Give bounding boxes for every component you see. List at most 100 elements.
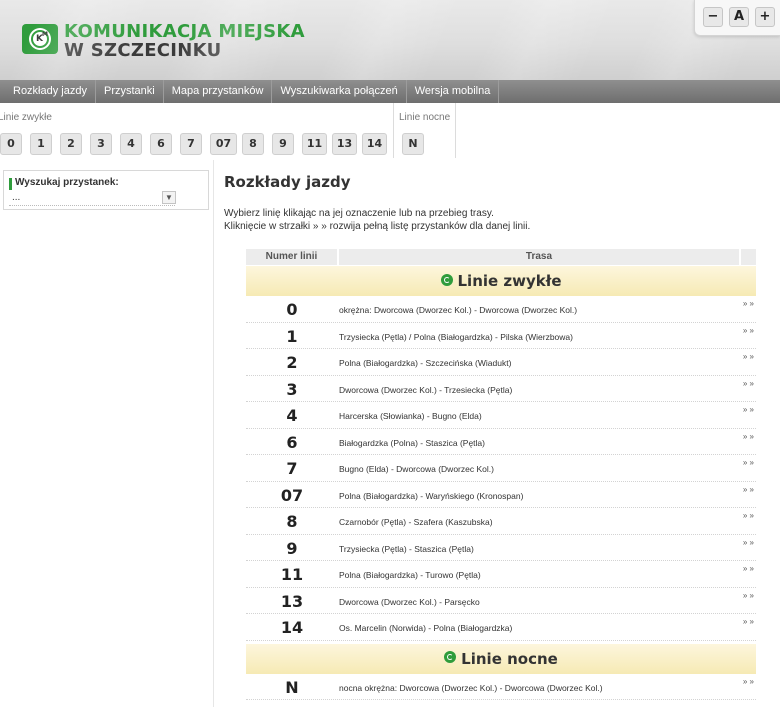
font-increase-button[interactable]: + bbox=[755, 7, 775, 27]
table-row[interactable]: N nocna okrężna: Dworcowa (Dworzec Kol.)… bbox=[246, 674, 756, 700]
font-size-controls: − A + bbox=[694, 0, 780, 36]
table-header: Numer linii Trasa bbox=[246, 249, 756, 265]
line-number[interactable]: 6 bbox=[246, 429, 338, 455]
font-reset-button[interactable]: A bbox=[729, 7, 749, 27]
line-button-4[interactable]: 4 bbox=[120, 133, 142, 155]
section-label: Linie nocne bbox=[461, 649, 558, 668]
table-row[interactable]: 4 Harcerska (Słowianka) - Bugno (Elda) »… bbox=[246, 402, 756, 429]
nav-item-connection-search[interactable]: Wyszukiwarka połączeń bbox=[272, 80, 407, 103]
line-number[interactable]: 1 bbox=[246, 323, 338, 349]
line-number[interactable]: 07 bbox=[246, 482, 338, 508]
bus-line-icon bbox=[444, 651, 457, 663]
line-number[interactable]: 8 bbox=[246, 508, 338, 534]
line-button-N[interactable]: N bbox=[402, 133, 424, 155]
table-row[interactable]: 2 Polna (Białogardzka) - Szczecińska (Wi… bbox=[246, 349, 756, 376]
site-header: K M KOMUNIKACJA MIEJSKA W SZCZECINKU bbox=[0, 0, 780, 80]
expand-arrows-icon[interactable]: » » bbox=[743, 485, 754, 494]
main-nav: Rozkłady jazdy Przystanki Mapa przystank… bbox=[0, 80, 780, 103]
route-description[interactable]: nocna okrężna: Dworcowa (Dworzec Kol.) -… bbox=[339, 674, 603, 700]
logo-title: KOMUNIKACJA MIEJSKA bbox=[64, 21, 305, 42]
expand-arrows-icon[interactable]: » » bbox=[743, 591, 754, 600]
expand-arrows-icon[interactable]: » » bbox=[743, 432, 754, 441]
table-row[interactable]: 13 Dworcowa (Dworzec Kol.) - Parsęcko » … bbox=[246, 588, 756, 614]
table-row[interactable]: 07 Polna (Białogardzka) - Waryńskiego (K… bbox=[246, 482, 756, 508]
expand-arrows-icon[interactable]: » » bbox=[743, 511, 754, 520]
expand-arrows-icon[interactable]: » » bbox=[743, 564, 754, 573]
nav-item-stops-map[interactable]: Mapa przystanków bbox=[164, 80, 273, 103]
expand-arrows-icon[interactable]: » » bbox=[743, 405, 754, 414]
table-row[interactable]: 3 Dworcowa (Dworzec Kol.) - Trzesiecka (… bbox=[246, 376, 756, 402]
line-number[interactable]: 4 bbox=[246, 402, 338, 428]
nav-item-timetables[interactable]: Rozkłady jazdy bbox=[5, 80, 96, 103]
expand-arrows-icon[interactable]: » » bbox=[743, 379, 754, 388]
route-description[interactable]: Harcerska (Słowianka) - Bugno (Elda) bbox=[339, 402, 482, 428]
line-button-2[interactable]: 2 bbox=[60, 133, 82, 155]
route-description[interactable]: Czarnobór (Pętla) - Szafera (Kaszubska) bbox=[339, 508, 493, 534]
table-row[interactable]: 1 Trzysiecka (Pętla) / Polna (Białogardz… bbox=[246, 323, 756, 349]
expand-arrows-icon[interactable]: » » bbox=[743, 538, 754, 547]
font-decrease-button[interactable]: − bbox=[703, 7, 723, 27]
expand-arrows-icon[interactable]: » » bbox=[743, 617, 754, 626]
column-header-route: Trasa bbox=[339, 249, 739, 265]
expand-arrows-icon[interactable]: » » bbox=[743, 458, 754, 467]
route-description[interactable]: Polna (Białogardzka) - Turowo (Pętla) bbox=[339, 561, 481, 587]
nav-item-stops[interactable]: Przystanki bbox=[96, 80, 164, 103]
table-row[interactable]: 9 Trzysiecka (Pętla) - Staszica (Pętla) … bbox=[246, 535, 756, 561]
table-row[interactable]: 0 okrężna: Dworcowa (Dworzec Kol.) - Dwo… bbox=[246, 296, 756, 323]
line-button-11[interactable]: 11 bbox=[302, 133, 327, 155]
page-title: Rozkłady jazdy bbox=[224, 173, 351, 191]
line-button-14[interactable]: 14 bbox=[362, 133, 387, 155]
nav-item-mobile[interactable]: Wersja mobilna bbox=[407, 80, 500, 103]
chevron-down-icon[interactable]: ▼ bbox=[162, 191, 176, 204]
line-button-07[interactable]: 07 bbox=[210, 133, 237, 155]
route-description[interactable]: Trzysiecka (Pętla) / Polna (Białogardzka… bbox=[339, 323, 573, 349]
line-number[interactable]: 9 bbox=[246, 535, 338, 561]
expand-arrows-icon[interactable]: » » bbox=[743, 326, 754, 335]
line-number[interactable]: 2 bbox=[246, 349, 338, 375]
table-row[interactable]: 14 Os. Marcelin (Norwida) - Polna (Biało… bbox=[246, 614, 756, 641]
stop-select-value: ... bbox=[12, 192, 21, 203]
table-row[interactable]: 8 Czarnobór (Pętla) - Szafera (Kaszubska… bbox=[246, 508, 756, 535]
night-lines-label: Linie nocne bbox=[399, 112, 451, 123]
bus-line-icon bbox=[440, 273, 453, 286]
line-number[interactable]: N bbox=[246, 674, 338, 700]
logo-icon[interactable]: K M bbox=[22, 22, 58, 56]
line-button-1[interactable]: 1 bbox=[30, 133, 52, 155]
stop-select[interactable]: ... ▼ bbox=[9, 191, 176, 206]
route-description[interactable]: Os. Marcelin (Norwida) - Polna (Białogar… bbox=[339, 614, 512, 640]
route-description[interactable]: Polna (Białogardzka) - Waryńskiego (Kron… bbox=[339, 482, 523, 508]
regular-lines-label: Linie zwykłe bbox=[0, 112, 52, 123]
accent-bar bbox=[9, 178, 12, 190]
route-description[interactable]: Polna (Białogardzka) - Szczecińska (Wiad… bbox=[339, 349, 511, 375]
line-button-0[interactable]: 0 bbox=[0, 133, 22, 155]
instructions-line-1: Wybierz linię klikając na jej oznaczenie… bbox=[224, 208, 494, 219]
line-number[interactable]: 14 bbox=[246, 614, 338, 640]
expand-arrows-icon[interactable]: » » bbox=[743, 352, 754, 361]
table-row[interactable]: 11 Polna (Białogardzka) - Turowo (Pętla)… bbox=[246, 561, 756, 588]
line-button-3[interactable]: 3 bbox=[90, 133, 112, 155]
section-header-night: Linie nocne bbox=[246, 643, 756, 674]
table-row[interactable]: 7 Bugno (Elda) - Dworcowa (Dworzec Kol.)… bbox=[246, 455, 756, 482]
line-button-13[interactable]: 13 bbox=[332, 133, 357, 155]
route-description[interactable]: Białogardzka (Polna) - Staszica (Pętla) bbox=[339, 429, 485, 455]
line-button-6[interactable]: 6 bbox=[150, 133, 172, 155]
line-number[interactable]: 7 bbox=[246, 455, 338, 481]
route-description[interactable]: Bugno (Elda) - Dworcowa (Dworzec Kol.) bbox=[339, 455, 494, 481]
route-description[interactable]: okrężna: Dworcowa (Dworzec Kol.) - Dworc… bbox=[339, 296, 577, 322]
route-description[interactable]: Dworcowa (Dworzec Kol.) - Trzesiecka (Pę… bbox=[339, 376, 512, 402]
line-number[interactable]: 3 bbox=[246, 376, 338, 402]
table-row[interactable]: 6 Białogardzka (Polna) - Staszica (Pętla… bbox=[246, 429, 756, 455]
line-button-7[interactable]: 7 bbox=[180, 133, 202, 155]
expand-arrows-icon[interactable]: » » bbox=[743, 299, 754, 308]
route-description[interactable]: Trzysiecka (Pętla) - Staszica (Pętla) bbox=[339, 535, 474, 561]
line-button-8[interactable]: 8 bbox=[242, 133, 264, 155]
line-number[interactable]: 13 bbox=[246, 588, 338, 614]
line-number[interactable]: 11 bbox=[246, 561, 338, 587]
stop-search-label: Wyszukaj przystanek: bbox=[15, 177, 119, 188]
logo-subtitle: W SZCZECINKU bbox=[64, 40, 222, 61]
section-header-regular: Linie zwykłe bbox=[246, 266, 756, 296]
route-description[interactable]: Dworcowa (Dworzec Kol.) - Parsęcko bbox=[339, 588, 480, 614]
line-button-9[interactable]: 9 bbox=[272, 133, 294, 155]
expand-arrows-icon[interactable]: » » bbox=[743, 677, 754, 686]
line-number[interactable]: 0 bbox=[246, 296, 338, 322]
